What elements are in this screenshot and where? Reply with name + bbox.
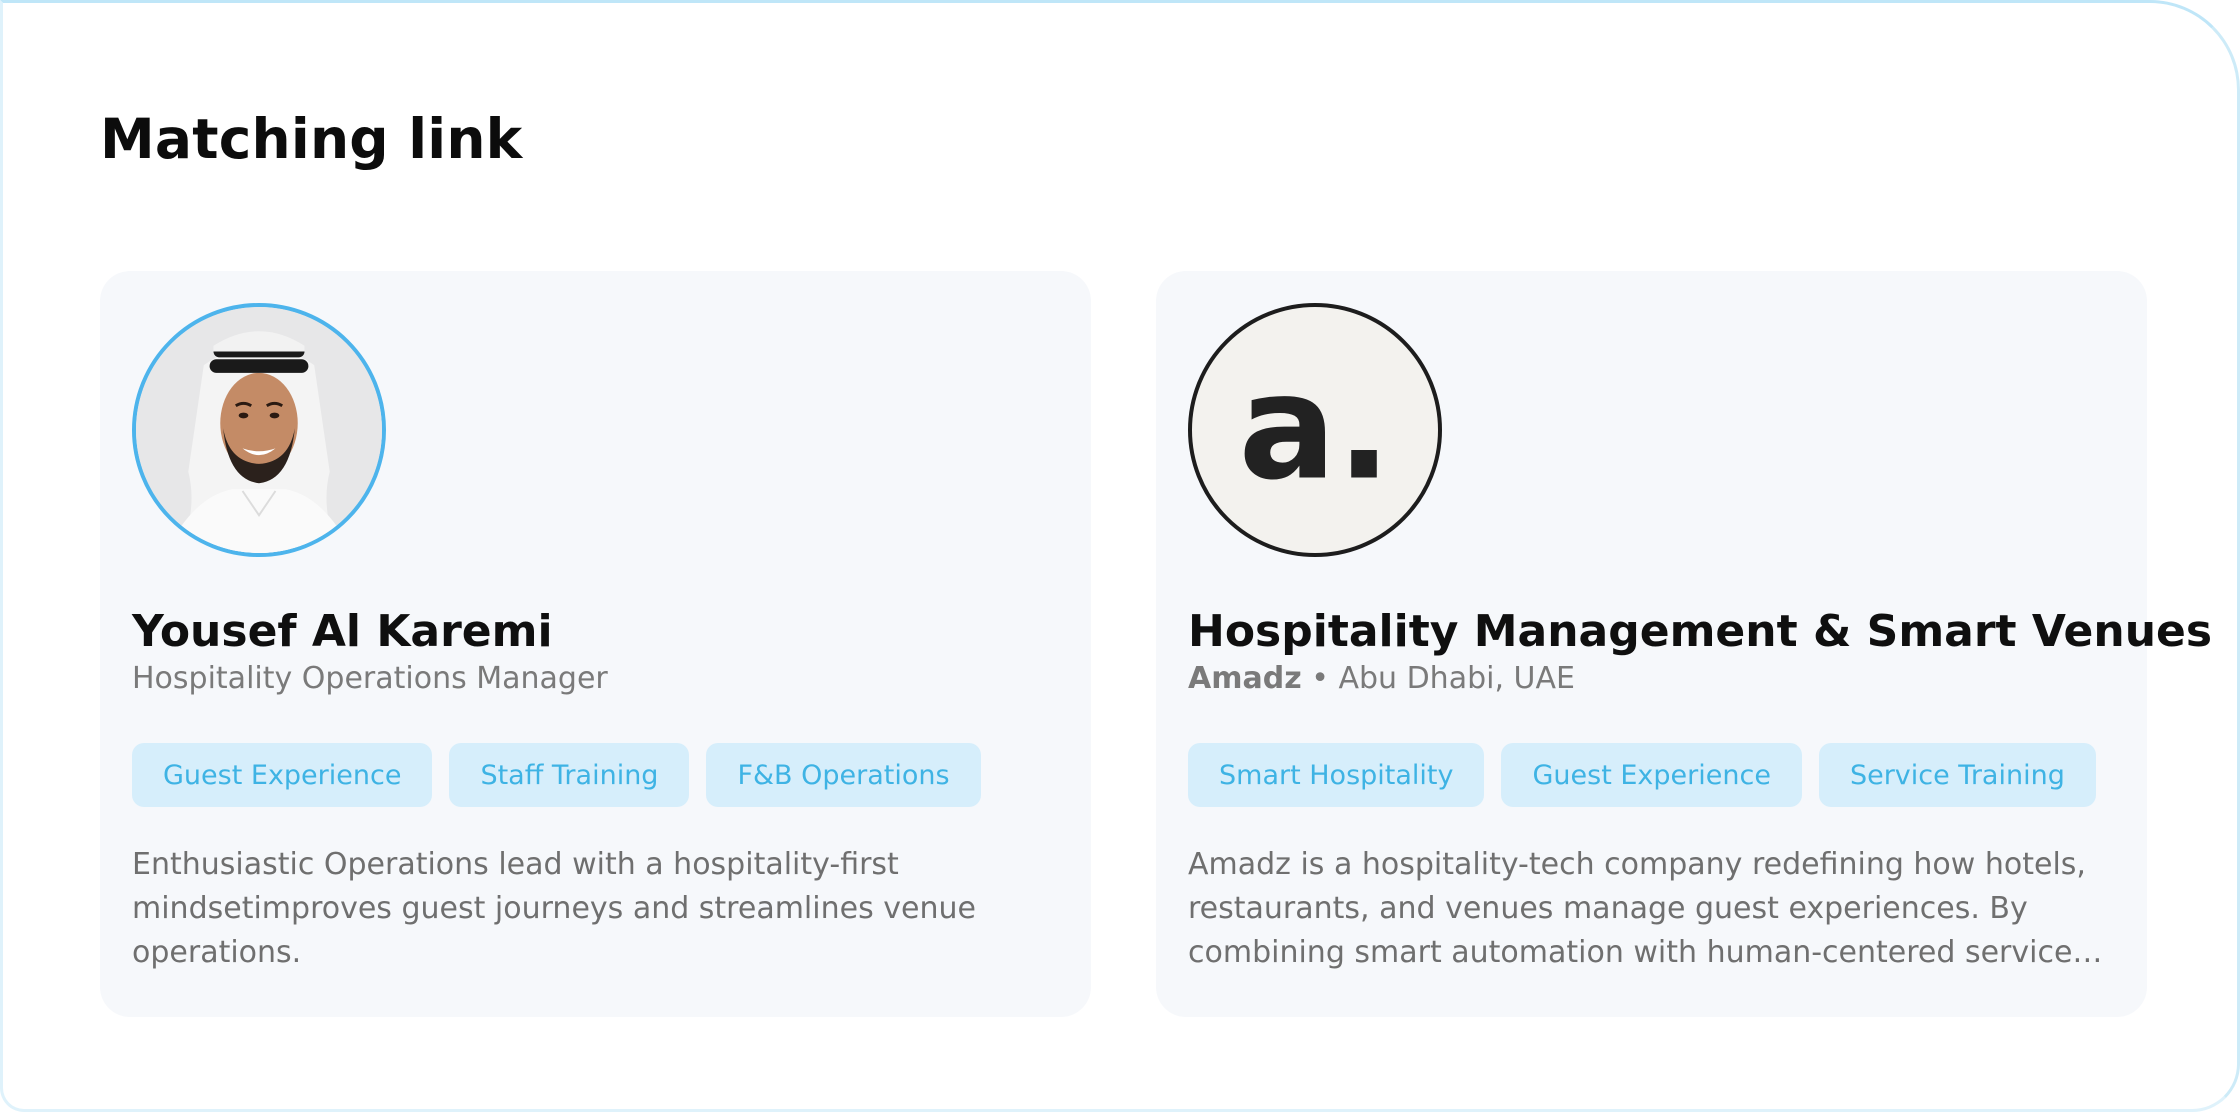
company-card-title: Hospitality Management & Smart Venues	[1188, 606, 2213, 657]
company-logo: a.	[1188, 303, 1442, 557]
person-photo-icon	[136, 307, 382, 553]
page-title: Matching link	[100, 107, 523, 171]
company-meta: Amadz • Abu Dhabi, UAE	[1188, 659, 1575, 699]
tag-chip[interactable]: Service Training	[1818, 743, 2096, 807]
profile-tags: Guest Experience Staff Training F&B Oper…	[132, 743, 981, 807]
avatar	[132, 303, 386, 557]
company-tags: Smart Hospitality Guest Experience Servi…	[1188, 743, 2096, 807]
company-logo-icon: a.	[1238, 343, 1391, 512]
matching-link-panel: Matching link Yousef Al Karemi Hospitali…	[0, 0, 2240, 1112]
tag-chip[interactable]: Smart Hospitality	[1188, 743, 1485, 807]
profile-card[interactable]: Yousef Al Karemi Hospitality Operations …	[100, 271, 1091, 1017]
tag-chip[interactable]: F&B Operations	[706, 743, 981, 807]
meta-separator: •	[1311, 661, 1329, 696]
tag-chip[interactable]: Guest Experience	[132, 743, 433, 807]
company-name: Amadz	[1188, 661, 1302, 696]
company-location: Abu Dhabi, UAE	[1338, 661, 1575, 696]
logo-text: a.	[1238, 343, 1391, 512]
tag-chip[interactable]: Guest Experience	[1501, 743, 1802, 807]
profile-name: Yousef Al Karemi	[132, 606, 553, 657]
company-description: Amadz is a hospitality-tech company rede…	[1188, 847, 2086, 970]
company-card[interactable]: a. Hospitality Management & Smart Venues…	[1156, 271, 2212, 1017]
profile-description: Enthusiastic Operations lead with a hosp…	[132, 847, 976, 970]
tag-chip[interactable]: Staff Training	[449, 743, 690, 807]
profile-role: Hospitality Operations Manager	[132, 661, 608, 696]
